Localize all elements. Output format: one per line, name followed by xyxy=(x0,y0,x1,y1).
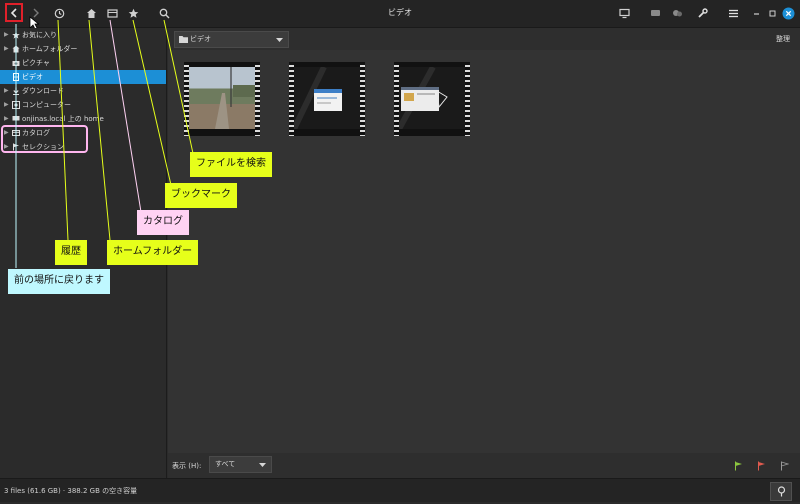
callout-bookmark: ブックマーク xyxy=(165,183,237,208)
bookmark-callout-line xyxy=(132,19,172,186)
callout-home: ホームフォルダー xyxy=(107,240,199,265)
search-callout-line xyxy=(163,19,195,159)
callout-history: 履歴 xyxy=(55,240,87,265)
callout-search: ファイルを検索 xyxy=(190,152,272,177)
catalog-callout-line xyxy=(109,19,142,213)
callout-catalog: カタログ xyxy=(137,210,189,235)
callout-back: 前の場所に戻ります xyxy=(8,269,110,294)
home-callout-line xyxy=(88,19,111,241)
history-callout-line xyxy=(57,19,69,241)
